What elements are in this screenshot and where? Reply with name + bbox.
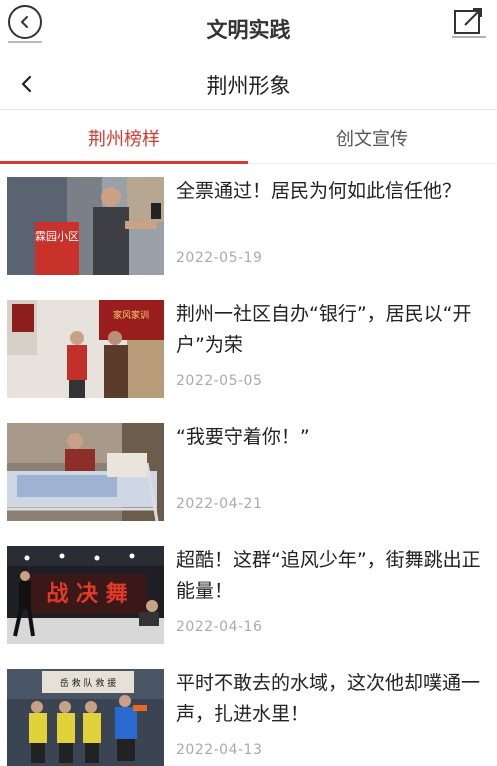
article-item[interactable]: “我要守着你！” 2022-04-21 [0,410,497,533]
svg-text:战 决 舞: 战 决 舞 [46,581,127,607]
article-date: 2022-05-05 [176,373,263,389]
article-item[interactable]: 霖园小区 全票通过！居民为何如此信任他？ 2022-05-19 [0,164,497,287]
article-title: 全票通过！居民为何如此信任他？ [176,180,462,202]
article-thumbnail: 家风家训 [7,300,164,398]
article-item[interactable]: 岳 救 队 救 援 平时不敢去的水域，这次他却噗通一声，扎进水里！ 2022-0… [0,656,497,766]
sub-header: 荆州形象 [0,58,497,110]
article-title: “我要守着你！” [176,426,310,448]
tab-civilization-promotion[interactable]: 创文宣传 [248,111,496,164]
svg-text:岳 救 队 救 援: 岳 救 队 救 援 [60,677,116,689]
app-title: 文明实践 [206,18,291,42]
article-title: 平时不敢去的水域，这次他却噗通一声，扎进水里！ [176,672,481,725]
article-date: 2022-05-19 [176,250,263,266]
tab-jingzhou-role-models[interactable]: 荆州榜样 [0,111,248,164]
app-header: 文明实践 [0,0,497,58]
article-date: 2022-04-21 [176,496,263,512]
article-title: 超酷！这群“追风少年”，街舞跳出正能量！ [176,549,481,602]
svg-text:家风家训: 家风家训 [113,309,149,321]
svg-text:霖园小区: 霖园小区 [35,230,79,243]
article-thumbnail: 岳 救 队 救 援 [7,669,164,766]
article-item[interactable]: 家风家训 荆州一社区自办“银行”，居民以“开户”为荣 2022-05-05 [0,287,497,410]
article-item[interactable]: 战 决 舞 超酷！这群“追风少年”，街舞跳出正能量！ 2022-04-16 [0,533,497,656]
article-thumbnail [7,423,164,521]
share-icon[interactable] [452,8,486,38]
article-thumbnail: 战 决 舞 [7,546,164,644]
article-thumbnail: 霖园小区 [7,177,164,275]
category-tabs: 荆州榜样 创文宣传 [0,111,497,164]
page-title: 荆州形象 [206,74,291,98]
article-date: 2022-04-16 [176,619,263,635]
article-date: 2022-04-13 [176,742,263,758]
article-title: 荆州一社区自办“银行”，居民以“开户”为荣 [176,303,472,356]
